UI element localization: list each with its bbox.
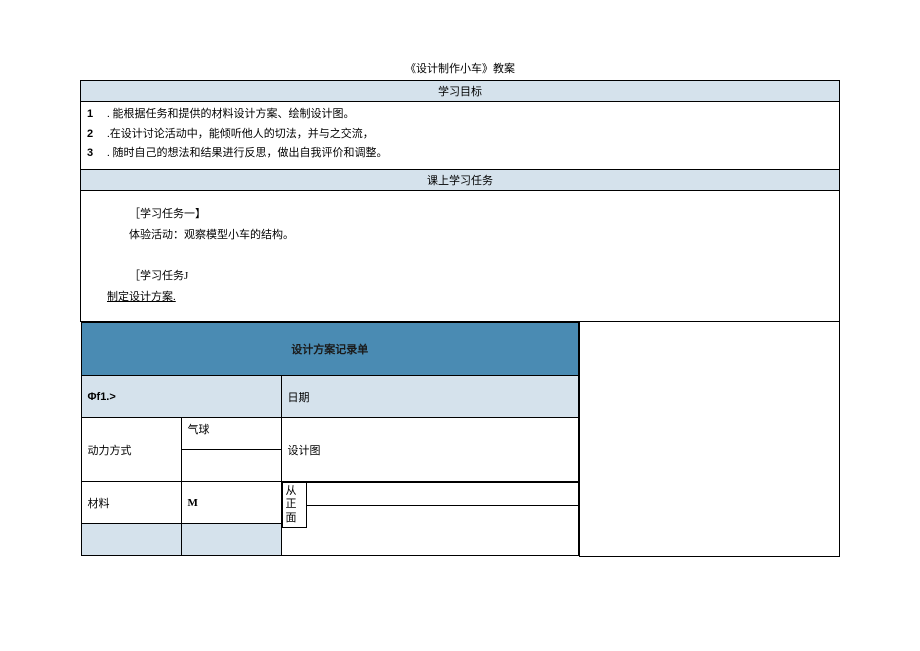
record-table: 设计方案记录单 Φf1.> 日期 动力方式 气球 设计图 材料 M — [81, 322, 580, 556]
task2-label: ［学习任务J — [107, 266, 813, 287]
record-power-balloon: 气球 — [181, 418, 281, 450]
goals-cell: 1 . 能根据任务和提供的材料设计方案、绘制设计图。 2 .在设计讨论活动中，能… — [81, 102, 840, 170]
record-front-empty-bot — [306, 506, 578, 527]
goal-text: . 随时自己的想法和结果进行反思，做出自我评价和调整。 — [107, 145, 388, 163]
tasks-intro: ［学习任务一】 体验活动：观察模型小车的结构。 ［学习任务J 制定设计方案. — [81, 190, 840, 321]
record-power-empty — [181, 450, 281, 482]
record-front-label: 从正面 — [282, 483, 306, 528]
record-row1-left: Φf1.> — [81, 376, 281, 418]
goal-num: 2 — [87, 126, 107, 144]
record-design-label: 设计图 — [281, 418, 579, 482]
record-front-empty-top — [306, 483, 578, 506]
side-empty — [580, 322, 840, 557]
record-last-left — [81, 524, 181, 556]
goal-text: .在设计讨论活动中，能倾听他人的切法，并与之交流， — [107, 126, 374, 144]
record-title: 设计方案记录单 — [81, 323, 579, 376]
goal-num: 1 — [87, 106, 107, 124]
record-row1-right: 日期 — [281, 376, 579, 418]
goals-header: 学习目标 — [81, 81, 840, 102]
task1-body: 体验活动：观察模型小车的结构。 — [107, 225, 813, 246]
goal-num: 3 — [87, 145, 107, 163]
record-last-mid — [181, 524, 281, 556]
goal-item: 2 .在设计讨论活动中，能倾听他人的切法，并与之交流， — [87, 126, 833, 144]
task2-body: 制定设计方案. — [107, 287, 813, 308]
goal-item: 1 . 能根据任务和提供的材料设计方案、绘制设计图。 — [87, 106, 833, 124]
goal-item: 3 . 随时自己的想法和结果进行反思，做出自我评价和调整。 — [87, 145, 833, 163]
record-front-wrap: 从正面 — [281, 482, 579, 556]
page-title: 《设计制作小车》教案 — [80, 60, 840, 76]
record-material-label: 材料 — [81, 482, 181, 524]
task1-label: ［学习任务一】 — [107, 204, 813, 225]
tasks-header: 课上学习任务 — [81, 169, 840, 190]
goal-text: . 能根据任务和提供的材料设计方案、绘制设计图。 — [107, 106, 355, 124]
record-material-m: M — [181, 482, 281, 524]
main-table: 学习目标 1 . 能根据任务和提供的材料设计方案、绘制设计图。 2 .在设计讨论… — [80, 80, 840, 557]
record-power-label: 动力方式 — [81, 418, 181, 482]
